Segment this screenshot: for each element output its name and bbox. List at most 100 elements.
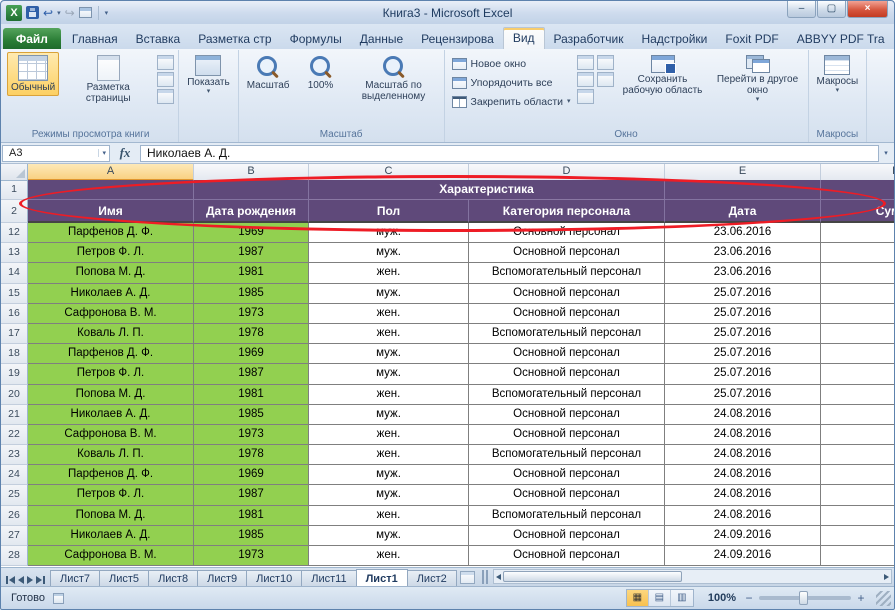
cell-gender[interactable]: жен. [309,324,469,344]
cell-b1[interactable] [194,180,309,200]
full-screen-icon[interactable] [157,89,174,104]
cell-category[interactable]: Основной персонал [469,364,665,384]
cell-sum[interactable] [821,465,894,485]
cell-sum[interactable] [821,344,894,364]
cell-date[interactable]: 23.06.2016 [665,263,821,283]
cell-name[interactable]: Николаев А. Д. [28,284,194,304]
cell-date[interactable]: 24.09.2016 [665,546,821,566]
cell-year[interactable]: 1978 [194,324,309,344]
cell-gender[interactable]: муж. [309,243,469,263]
expand-formula-bar-icon[interactable]: ▾ [879,149,893,157]
cell-name[interactable]: Коваль Л. П. [28,445,194,465]
page-break-shortcut[interactable]: ▥ [671,590,693,606]
column-header-A[interactable]: A [28,164,194,181]
prev-sheet-button[interactable] [18,576,24,584]
switch-windows-button[interactable]: Перейти в другое окно ▾ [712,52,804,106]
sheet-tab-Лист10[interactable]: Лист10 [246,570,302,586]
row-header-28[interactable]: 28 [1,546,28,566]
cell-e1[interactable] [665,180,821,200]
row-header-26[interactable]: 26 [1,506,28,526]
ribbon-tab-Формулы[interactable]: Формулы [281,28,351,49]
ribbon-tab-Надстройки[interactable]: Надстройки [633,28,717,49]
cell-sum[interactable] [821,485,894,505]
macro-record-icon[interactable] [53,593,64,604]
cell-sum[interactable] [821,506,894,526]
cell-date[interactable]: 24.08.2016 [665,485,821,505]
cell-gender[interactable]: жен. [309,425,469,445]
zoom-to-selection-button[interactable]: Масштаб по выделенному [348,52,440,105]
cell-year[interactable]: 1973 [194,546,309,566]
row-header-13[interactable]: 13 [1,243,28,263]
cell-name[interactable]: Парфенов Д. Ф. [28,465,194,485]
row-header-15[interactable]: 15 [1,284,28,304]
cell-gender[interactable]: муж. [309,405,469,425]
cell-header-gender[interactable]: Пол [309,200,469,223]
row-header-20[interactable]: 20 [1,385,28,405]
cell-date[interactable]: 25.07.2016 [665,324,821,344]
cell-year[interactable]: 1981 [194,385,309,405]
sheet-tab-Лист8[interactable]: Лист8 [148,570,198,586]
cell-date[interactable]: 24.09.2016 [665,526,821,546]
cell-name[interactable]: Петров Ф. Л. [28,243,194,263]
cell-date[interactable]: 24.08.2016 [665,425,821,445]
cell-sum[interactable] [821,284,894,304]
undo-icon[interactable]: ↩ [43,6,53,20]
cell-category[interactable]: Основной персонал [469,344,665,364]
ribbon-tab-Данные[interactable]: Данные [351,28,412,49]
cell-sum[interactable] [821,526,894,546]
cell-header-name[interactable]: Имя [28,200,194,223]
cell-gender[interactable]: жен. [309,506,469,526]
ribbon-tab-Файл[interactable]: Файл [3,28,61,49]
cell-sum[interactable] [821,425,894,445]
ribbon-tab-Вставка[interactable]: Вставка [127,28,190,49]
cell-gender[interactable]: жен. [309,445,469,465]
freeze-panes-button[interactable]: Закрепить области ▾ [449,92,574,111]
cell-sum[interactable] [821,385,894,405]
ribbon-tab-Вид[interactable]: Вид [503,27,545,49]
cell-year[interactable]: 1987 [194,485,309,505]
sheet-tab-Лист5[interactable]: Лист5 [99,570,149,586]
resize-grip[interactable] [876,591,891,606]
cell-name[interactable]: Парфенов Д. Ф. [28,344,194,364]
cell-header-birth[interactable]: Дата рождения [194,200,309,223]
save-icon[interactable] [26,6,39,19]
cell-gender[interactable]: муж. [309,344,469,364]
row-header-12[interactable]: 12 [1,223,28,243]
arrange-all-button[interactable]: Упорядочить все [449,73,574,92]
zoom-100-button[interactable]: 100% [297,52,345,94]
sheet-tab-Лист7[interactable]: Лист7 [50,570,100,586]
page-layout-shortcut[interactable]: ▤ [649,590,671,606]
cell-gender[interactable]: жен. [309,546,469,566]
ribbon-tab-Главная[interactable]: Главная [63,28,127,49]
cell-date[interactable]: 25.07.2016 [665,344,821,364]
cell-sum[interactable] [821,263,894,283]
cell-year[interactable]: 1969 [194,344,309,364]
cell-name[interactable]: Сафронова В. М. [28,304,194,324]
column-header-C[interactable]: C [309,164,469,181]
cell-gender[interactable]: муж. [309,465,469,485]
sheet-tab-Лист9[interactable]: Лист9 [197,570,247,586]
cell-year[interactable]: 1987 [194,243,309,263]
zoom-out-button[interactable]: − [742,591,756,605]
redo-icon[interactable]: ↪ [65,6,75,20]
cell-year[interactable]: 1969 [194,223,309,243]
tab-split-handle[interactable] [482,570,488,584]
cell-date[interactable]: 25.07.2016 [665,304,821,324]
cell-category[interactable]: Вспомогательный персонал [469,385,665,405]
cell-name[interactable]: Николаев А. Д. [28,405,194,425]
cell-year[interactable]: 1987 [194,364,309,384]
hide-window-icon[interactable] [577,72,594,87]
cell-category[interactable]: Основной персонал [469,465,665,485]
cell-name[interactable]: Николаев А. Д. [28,526,194,546]
close-button[interactable]: × [847,1,888,18]
cell-date[interactable]: 24.08.2016 [665,506,821,526]
row-header-14[interactable]: 14 [1,263,28,283]
cell-year[interactable]: 1973 [194,304,309,324]
cell-name[interactable]: Попова М. Д. [28,506,194,526]
cell-year[interactable]: 1985 [194,526,309,546]
cell-category[interactable]: Основной персонал [469,405,665,425]
last-sheet-button[interactable] [36,576,45,584]
sheet-tab-Лист1[interactable]: Лист1 [356,569,408,586]
cell-header-date[interactable]: Дата [665,200,821,223]
cell-year[interactable]: 1969 [194,465,309,485]
